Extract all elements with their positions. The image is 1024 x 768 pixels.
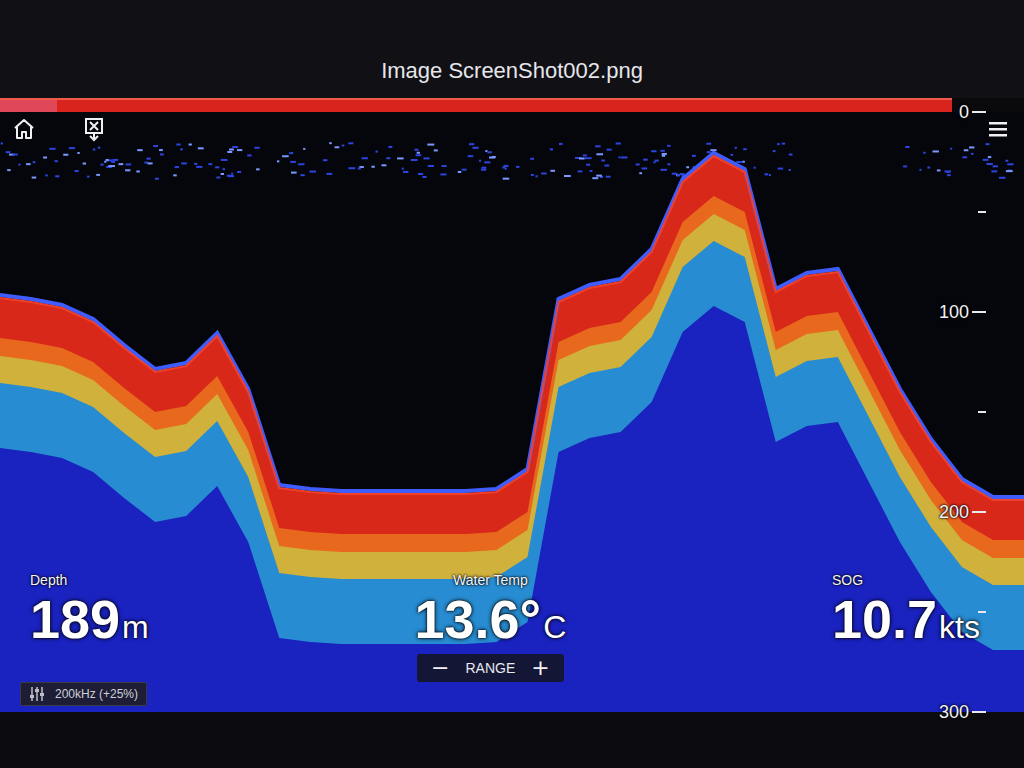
data-readout: Depth 189m <box>30 572 149 646</box>
menu-button[interactable] <box>984 116 1012 142</box>
value-number: 10.7 <box>832 592 937 646</box>
tick-mark <box>972 511 986 513</box>
home-button[interactable] <box>10 116 38 142</box>
bezel <box>0 712 1024 768</box>
minor-tick <box>978 211 986 213</box>
depth-tick: 100 <box>939 301 986 323</box>
value-unit: kts <box>939 611 980 643</box>
readout-label: SOG <box>832 572 863 588</box>
bottom-stronger-echo <box>0 156 1024 558</box>
export-button[interactable] <box>82 116 110 142</box>
sliders-icon <box>29 686 45 702</box>
range-control: −RANGE + <box>417 654 564 682</box>
depth-tick-label: 0 <box>959 101 969 123</box>
readout-value: 189m <box>30 592 149 646</box>
tick-mark <box>978 211 986 213</box>
frequency-label: 200kHz (+25%) <box>55 687 138 701</box>
readout-value: 13.6°C <box>414 592 566 646</box>
bottom-deep-echo <box>0 156 1024 712</box>
sonar-panel: 0100200300Depth189mWater Temp13.6°C−RANG… <box>0 112 1024 712</box>
readout-label: Depth <box>30 572 67 588</box>
tick-mark <box>972 111 986 113</box>
tick-mark <box>972 311 986 313</box>
depth-tick: 200 <box>939 501 986 523</box>
value-unit: m <box>122 611 149 643</box>
depth-tick-label: 300 <box>939 701 969 723</box>
depth-tick: 300 <box>939 701 986 723</box>
tick-mark <box>972 711 986 713</box>
value-number: 189 <box>30 592 120 646</box>
readout-label: Water Temp <box>453 572 528 588</box>
tick-mark <box>978 411 986 413</box>
menu-icon <box>988 120 1008 138</box>
range-bar <box>0 98 952 112</box>
range-label: RANGE <box>465 660 515 676</box>
value-unit: C <box>543 611 566 643</box>
data-readout: Water Temp 13.6°C −RANGE + <box>414 572 566 682</box>
toolbar <box>10 116 110 142</box>
value-number: 13.6° <box>414 592 541 646</box>
screenshot-export-icon <box>83 116 109 142</box>
bottom-return <box>0 156 1024 540</box>
fishfinder-screen: Image ScreenShot002.png 0 100 200 300 Depth 18… <box>0 0 1024 768</box>
readout-row: Depth 189m Water Temp 13.6°C −RANGE + SOG 10.7k… <box>30 572 980 682</box>
minor-tick <box>978 411 986 413</box>
bottom-halo <box>0 153 1024 497</box>
readout-value: 10.7kts <box>832 592 980 646</box>
depth-tick-label: 100 <box>939 301 969 323</box>
depth-tick-label: 200 <box>939 501 969 523</box>
surface-clutter <box>1 142 1014 180</box>
range-increase-button[interactable]: + <box>527 657 553 679</box>
depth-tick: 0 <box>959 101 986 123</box>
bottom-mid-echo <box>0 156 1024 650</box>
bottom-strong-echo <box>0 156 1024 585</box>
frequency-chip[interactable]: 200kHz (+25%) <box>20 682 147 706</box>
data-readout: SOG 10.7kts <box>832 572 980 646</box>
title-bar: Image ScreenShot002.png <box>0 0 1024 98</box>
range-decrease-button[interactable]: − <box>427 657 453 679</box>
bottom-line <box>0 156 1024 500</box>
home-icon <box>12 117 36 141</box>
